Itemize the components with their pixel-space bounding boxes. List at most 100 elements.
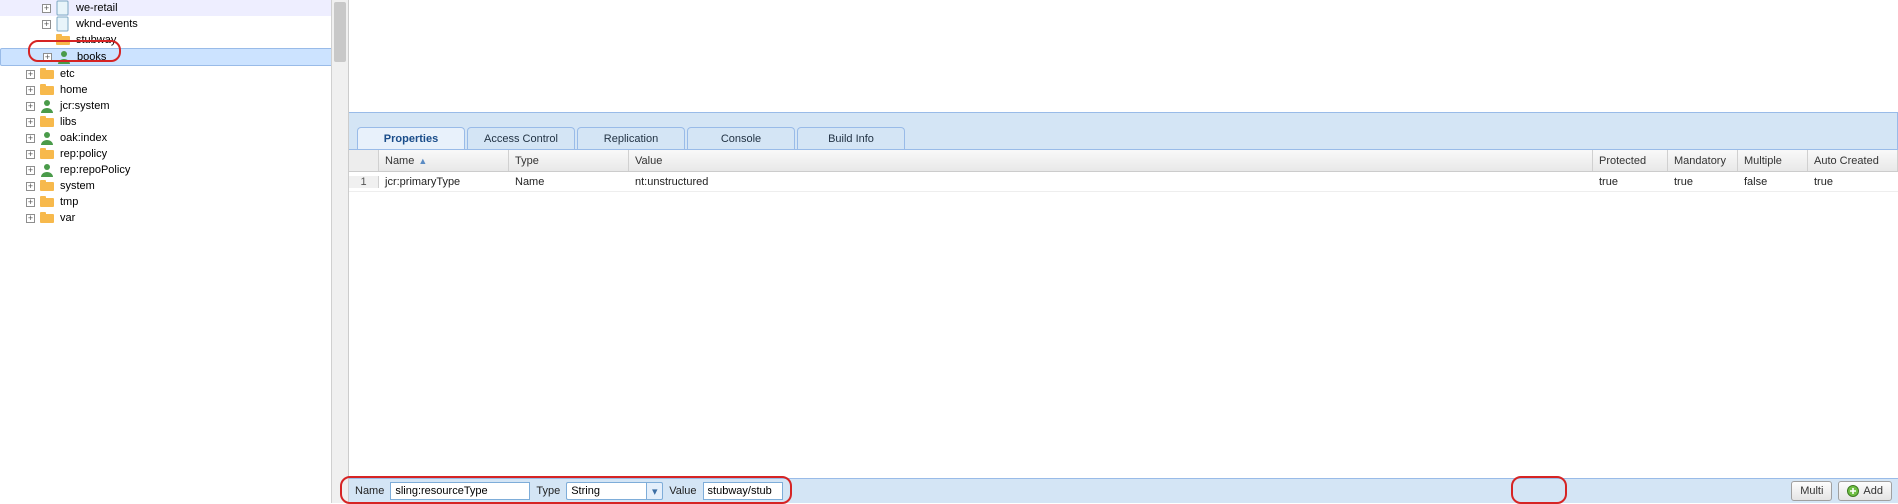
tree-node-label: we-retail	[74, 0, 118, 16]
cell-type: Name	[509, 176, 629, 188]
user-icon	[39, 162, 55, 178]
folder-icon	[39, 194, 55, 210]
header-name[interactable]: Name▲	[379, 150, 509, 171]
tree-toggle-icon[interactable]	[26, 70, 35, 79]
user-icon	[56, 49, 72, 65]
tree-node-label: jcr:system	[58, 98, 110, 114]
header-protected[interactable]: Protected	[1593, 150, 1668, 171]
tree-node-label: rep:repoPolicy	[58, 162, 130, 178]
cell-value: nt:unstructured	[629, 176, 1593, 188]
tab-properties[interactable]: Properties	[357, 127, 465, 149]
folder-icon	[39, 66, 55, 82]
folder-icon	[39, 114, 55, 130]
tree-node[interactable]: etc	[0, 66, 348, 82]
user-icon	[39, 98, 55, 114]
tab-build-info[interactable]: Build Info	[797, 127, 905, 149]
cell-mandatory: true	[1668, 176, 1738, 188]
tree-toggle-icon[interactable]	[26, 150, 35, 159]
header-multiple[interactable]: Multiple	[1738, 150, 1808, 171]
tree-node[interactable]: rep:repoPolicy	[0, 162, 348, 178]
sort-asc-icon: ▲	[418, 156, 427, 166]
cell-autocreated: true	[1808, 176, 1898, 188]
tab-strip-container: PropertiesAccess ControlReplicationConso…	[349, 112, 1898, 150]
tree-node[interactable]: tmp	[0, 194, 348, 210]
page-icon	[55, 0, 71, 16]
tree-node[interactable]: system	[0, 178, 348, 194]
tab-console[interactable]: Console	[687, 127, 795, 149]
type-select[interactable]: ▾	[566, 482, 663, 500]
tree-node[interactable]: books	[0, 48, 348, 66]
add-button[interactable]: Add	[1838, 481, 1892, 501]
tree-node[interactable]: libs	[0, 114, 348, 130]
header-value[interactable]: Value	[629, 150, 1593, 171]
tree-node[interactable]: wknd-events	[0, 16, 348, 32]
tree-toggle-icon[interactable]	[26, 214, 35, 223]
folder-icon	[39, 210, 55, 226]
type-select-input[interactable]	[566, 482, 646, 500]
tree-node-label: libs	[58, 114, 77, 130]
name-input[interactable]	[390, 482, 530, 500]
tab-replication[interactable]: Replication	[577, 127, 685, 149]
tree-toggle-icon[interactable]	[42, 20, 51, 29]
tree-toggle-icon[interactable]	[26, 182, 35, 191]
folder-icon	[55, 32, 71, 48]
tree-node-label: home	[58, 82, 88, 98]
tree-node-label: books	[75, 49, 106, 65]
tree-node[interactable]: stubway	[0, 32, 348, 48]
right-panel: PropertiesAccess ControlReplicationConso…	[349, 0, 1898, 503]
tree-node-label: tmp	[58, 194, 78, 210]
cell-protected: true	[1593, 176, 1668, 188]
tree-toggle-icon[interactable]	[42, 4, 51, 13]
tree-node[interactable]: var	[0, 210, 348, 226]
tab-strip: PropertiesAccess ControlReplicationConso…	[357, 127, 1889, 149]
tree-node[interactable]: jcr:system	[0, 98, 348, 114]
tree-toggle-icon[interactable]	[26, 166, 35, 175]
add-icon	[1847, 485, 1859, 497]
tree-toggle-icon[interactable]	[26, 134, 35, 143]
tree-toggle-icon[interactable]	[26, 198, 35, 207]
cell-rownum: 1	[349, 176, 379, 188]
bottom-bar: Name Type ▾ Value Multi Add	[349, 478, 1898, 503]
tree-toggle-icon[interactable]	[26, 118, 35, 127]
tree-panel: we-retailwknd-eventsstubwaybooksetchomej…	[0, 0, 349, 503]
cell-name: jcr:primaryType	[379, 176, 509, 188]
type-label: Type	[536, 485, 560, 497]
table-row[interactable]: 1jcr:primaryTypeNament:unstructuredtruet…	[349, 172, 1898, 192]
folder-icon	[39, 82, 55, 98]
header-type[interactable]: Type	[509, 150, 629, 171]
tab-access-control[interactable]: Access Control	[467, 127, 575, 149]
tree-node-label: stubway	[74, 32, 116, 48]
tree-node[interactable]: we-retail	[0, 0, 348, 16]
tree-node-label: etc	[58, 66, 75, 82]
header-rownum[interactable]	[349, 150, 379, 171]
content-tree[interactable]: we-retailwknd-eventsstubwaybooksetchomej…	[0, 0, 348, 226]
multi-button[interactable]: Multi	[1791, 481, 1832, 501]
tree-node-label: system	[58, 178, 95, 194]
chevron-down-icon: ▾	[652, 485, 658, 498]
value-input[interactable]	[703, 482, 783, 500]
user-icon	[39, 130, 55, 146]
type-select-trigger[interactable]: ▾	[646, 482, 663, 500]
page-icon	[55, 16, 71, 32]
name-label: Name	[355, 485, 384, 497]
tree-toggle-icon[interactable]	[43, 53, 52, 62]
tree-node-label: rep:policy	[58, 146, 107, 162]
tree-node[interactable]: home	[0, 82, 348, 98]
folder-icon	[39, 178, 55, 194]
tree-node[interactable]: oak:index	[0, 130, 348, 146]
header-mandatory[interactable]: Mandatory	[1668, 150, 1738, 171]
grid-header-row: Name▲ Type Value Protected Mandatory Mul…	[349, 150, 1898, 172]
tree-toggle-icon[interactable]	[26, 86, 35, 95]
value-label: Value	[669, 485, 696, 497]
tree-scrollbar[interactable]	[331, 0, 348, 503]
tree-toggle-icon[interactable]	[26, 102, 35, 111]
header-autocreated[interactable]: Auto Created	[1808, 150, 1898, 171]
tree-node[interactable]: rep:policy	[0, 146, 348, 162]
tree-node-label: wknd-events	[74, 16, 138, 32]
cell-multiple: false	[1738, 176, 1808, 188]
tree-node-label: oak:index	[58, 130, 107, 146]
grid-body[interactable]: 1jcr:primaryTypeNament:unstructuredtruet…	[349, 172, 1898, 478]
upper-blank-area	[349, 0, 1898, 112]
folder-icon	[39, 146, 55, 162]
tree-node-label: var	[58, 210, 75, 226]
